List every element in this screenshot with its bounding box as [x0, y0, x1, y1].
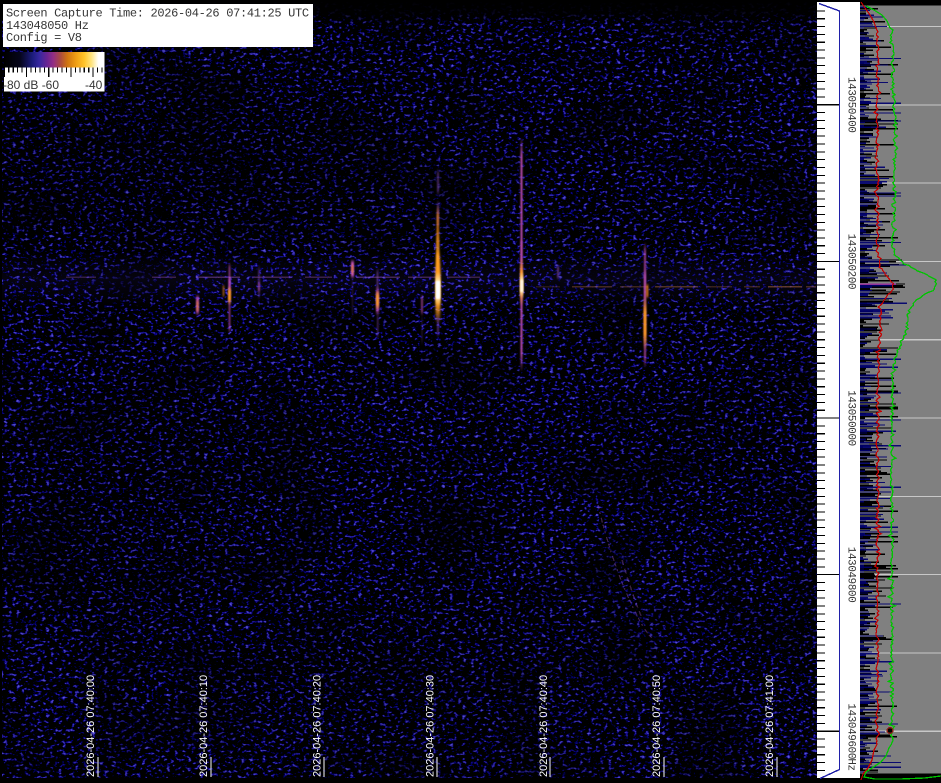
svg-text:-40: -40: [85, 78, 103, 92]
svg-text:143049600: 143049600: [845, 703, 857, 759]
svg-text:2026-04-26 07:40:40: 2026-04-26 07:40:40: [538, 675, 550, 777]
svg-text:-80 dB -60: -80 dB -60: [3, 78, 59, 92]
svg-text:143050200: 143050200: [845, 234, 857, 290]
svg-text:2026-04-26 07:40:30: 2026-04-26 07:40:30: [425, 675, 437, 777]
svg-text:143050400: 143050400: [845, 77, 857, 133]
svg-text:Config = V8: Config = V8: [6, 31, 82, 45]
svg-text:143049800: 143049800: [845, 547, 857, 603]
svg-text:2026-04-26 07:40:10: 2026-04-26 07:40:10: [198, 675, 210, 777]
svg-text:2026-04-26 07:40:20: 2026-04-26 07:40:20: [311, 675, 323, 777]
svg-text:2026-04-26 07:40:00: 2026-04-26 07:40:00: [85, 675, 97, 777]
svg-text:2026-04-26 07:41:00: 2026-04-26 07:41:00: [764, 675, 776, 777]
svg-text:Hz: Hz: [845, 758, 857, 770]
svg-text:143050000: 143050000: [845, 390, 857, 446]
svg-text:2026-04-26 07:40:50: 2026-04-26 07:40:50: [651, 675, 663, 777]
